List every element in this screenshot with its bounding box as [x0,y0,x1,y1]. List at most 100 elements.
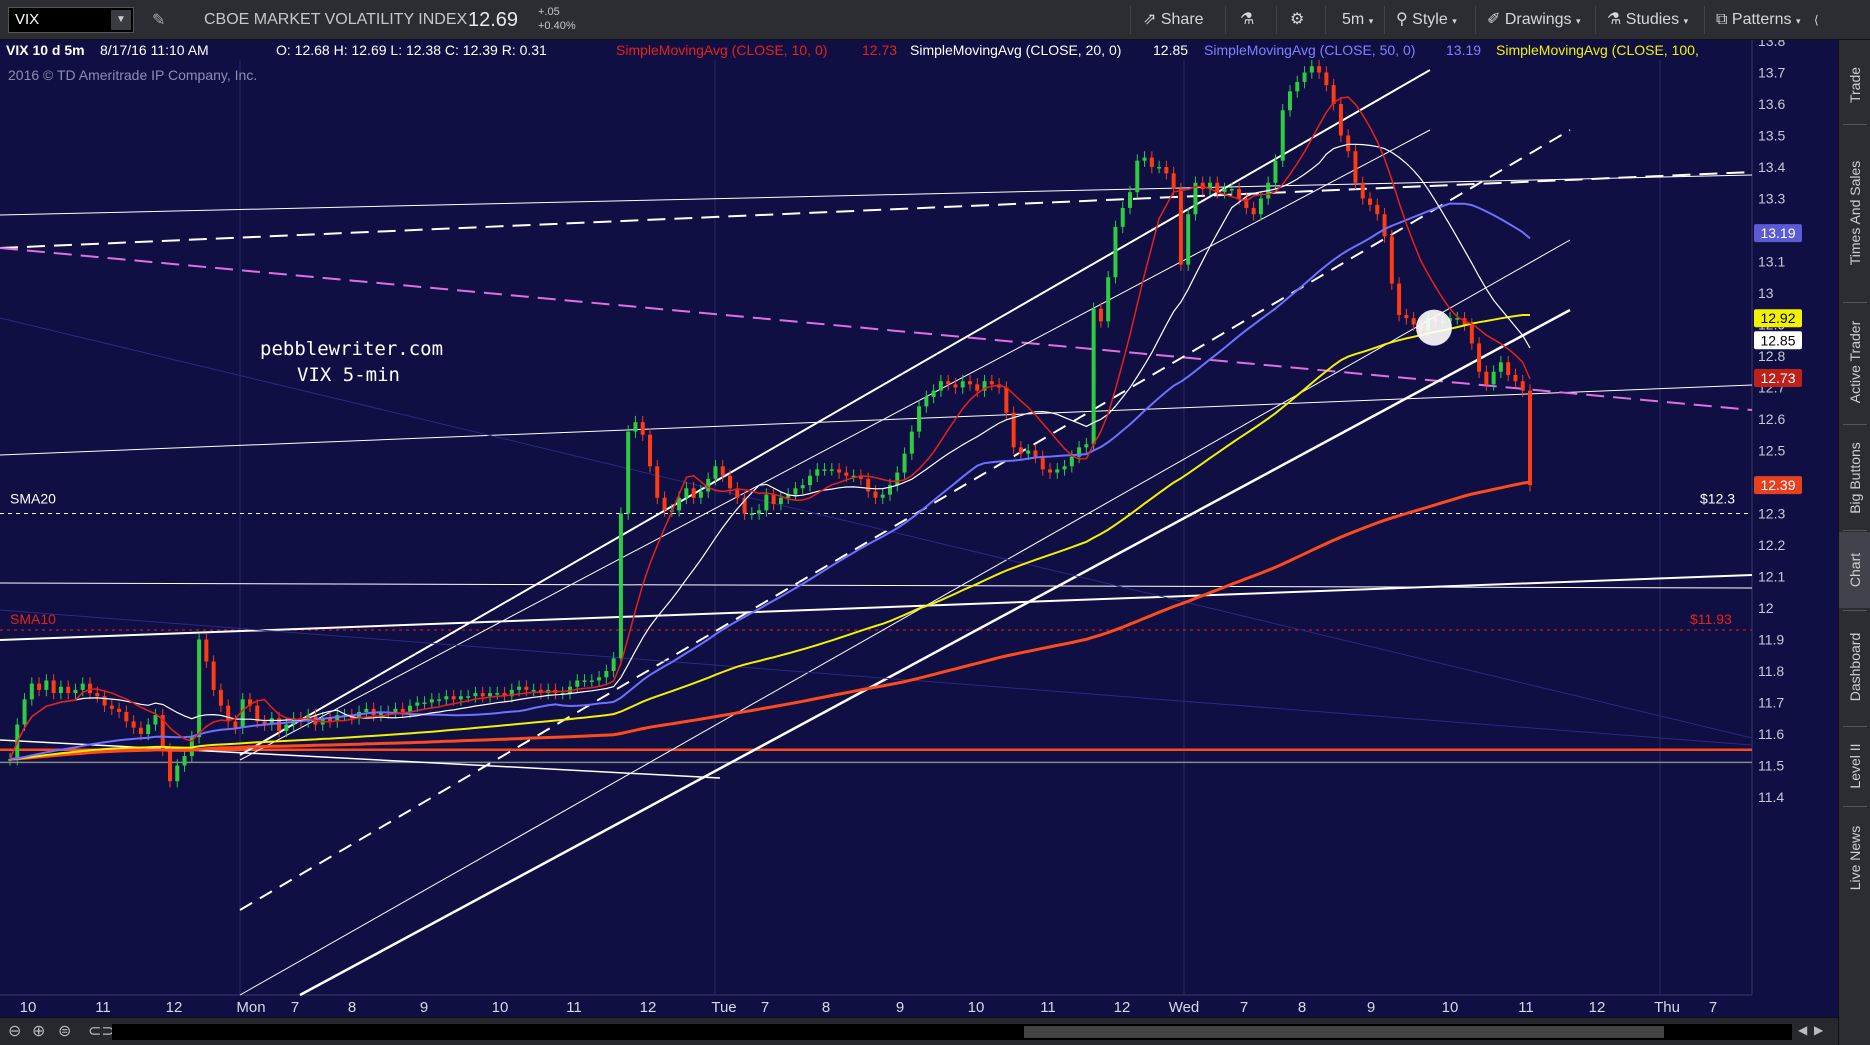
fit-icon[interactable]: ⊂⊃ [88,1021,115,1041]
x-tick-label: 12 [166,999,183,1016]
time-scrollbar[interactable]: ⊖ ⊕ ⊜ ⊂⊃ ◀ ▶ [0,1017,1838,1045]
sma10-label[interactable]: SimpleMovingAvg (CLOSE, 10, 0) [616,42,827,58]
candle [58,686,63,694]
sma10-level-label: SMA10 [10,611,56,627]
y-tick-label: 13.5 [1758,128,1785,144]
chevron-down-icon: ▾ [1576,16,1581,26]
sidebar-tab-level-ii[interactable]: Level II [1839,728,1870,804]
y-tick-label: 13 [1758,285,1774,301]
scroll-left-icon[interactable]: ◀ [1798,1023,1807,1037]
candle [757,510,762,514]
candle [1113,226,1118,278]
x-tick-label: 10 [492,999,509,1016]
divider [1704,6,1705,34]
sidebar-tab-label: Live News [1847,825,1863,891]
candle [633,422,638,432]
zoom-in-icon[interactable]: ⊕ [32,1021,45,1041]
sidebar-tab-live-news[interactable]: Live News [1839,808,1870,908]
scroll-thumb[interactable] [1024,1026,1664,1038]
sidebar-tab-times-and-sales[interactable]: Times And Sales [1839,128,1870,298]
style-button[interactable]: ⚲ Style ▾ [1396,0,1457,40]
sidebar-tab-label: Big Buttons [1847,442,1863,514]
candle [255,705,260,722]
sma50-label[interactable]: SimpleMovingAvg (CLOSE, 50, 0) [1204,42,1415,58]
drawings-button[interactable]: ✐ Drawings ▾ [1487,0,1581,40]
sidebar-tab-chart[interactable]: Chart [1839,532,1870,608]
candle [131,721,136,728]
candle [531,689,536,692]
collapse-icon[interactable]: ⟨ [1814,0,1819,40]
candle [1411,318,1416,325]
studies-button[interactable]: ⚗ Studies ▾ [1607,0,1688,40]
candle [1491,371,1496,385]
share-button[interactable]: ⇗ Share [1143,0,1204,40]
candle [800,485,805,489]
candle [175,765,180,782]
candle [480,693,485,697]
candle [1375,204,1380,215]
x-tick-label: 9 [420,999,428,1016]
sidebar-tab-dashboard[interactable]: Dashboard [1839,612,1870,722]
candle [1302,72,1307,82]
sma50-value: 13.19 [1446,42,1482,58]
candle [168,749,172,782]
candle [51,680,56,694]
scroll-right-icon[interactable]: ▶ [1814,1023,1823,1037]
y-tick-label: 13.1 [1758,254,1785,270]
candle [626,431,631,514]
zoom-out-icon[interactable]: ⊖ [8,1021,21,1041]
symbol-input[interactable]: VIX ▼ [8,7,134,33]
candle [938,381,943,391]
sma20-label[interactable]: SimpleMovingAvg (CLOSE, 20, 0) [910,42,1121,58]
candle [117,708,122,712]
y-tick-label: 13.3 [1758,191,1785,207]
gear-icon[interactable]: ⚙ [1290,0,1304,40]
x-tick-label: 12 [1114,999,1131,1016]
flask-icon[interactable]: ⚗ [1240,0,1254,40]
sidebar-tab-label: Dashboard [1847,632,1863,702]
sidebar-tab-big-buttons[interactable]: Big Buttons [1839,428,1870,528]
scroll-track[interactable] [112,1024,1792,1040]
divider [1843,610,1867,611]
sidebar-tab-active-trader[interactable]: Active Trader [1839,306,1870,418]
candle [1484,371,1489,385]
x-tick-label: Wed [1169,999,1200,1016]
candle [698,491,703,498]
timeframe-button[interactable]: 5m ▾ [1342,0,1373,40]
candle [895,472,900,486]
candle [589,680,594,682]
watermark-line-2: VIX 5-min [297,364,400,386]
x-tick-label: 8 [348,999,356,1016]
candle [284,724,289,731]
x-tick-label: 12 [1589,999,1606,1016]
price-chart[interactable]: 11.4 11.5 11.6 11.7 11.8 11.9 12 12.1 12.2 12.3 12… [0,0,1870,1045]
divider [1130,6,1131,34]
sidebar-tab-trade[interactable]: Trade [1839,50,1870,120]
x-tick-label: 7 [1709,999,1717,1016]
candle [211,661,216,690]
candle [29,683,34,700]
chart-application: { "toolbar": { "symbol": "VIX", "descrip… [0,0,1870,1045]
x-tick-label: 11 [566,999,582,1016]
share-label: Share [1160,11,1204,28]
x-tick-label: 8 [1298,999,1306,1016]
sma20-value: 12.85 [1153,42,1189,58]
candle [88,683,92,694]
candle [1404,315,1409,319]
zoom-reset-icon[interactable]: ⊜ [58,1021,71,1041]
x-tick-label: 7 [761,999,769,1016]
candle [124,711,129,722]
pencil-icon[interactable]: ✎ [152,10,165,30]
chevron-down-icon[interactable]: ▼ [111,10,131,30]
sma100-label[interactable]: SimpleMovingAvg (CLOSE, 100, [1496,42,1699,58]
candle [1186,214,1191,265]
sma10-value: 12.73 [862,42,898,58]
patterns-button[interactable]: ⧉ Patterns ▾ [1716,0,1800,40]
share-icon: ⇗ [1143,11,1157,28]
candle [902,453,907,473]
sidebar-tab-label: Active Trader [1847,320,1863,404]
y-tick-label: 13.4 [1758,159,1785,175]
candle [866,478,871,492]
divider [1325,6,1326,34]
candle [1055,469,1060,473]
